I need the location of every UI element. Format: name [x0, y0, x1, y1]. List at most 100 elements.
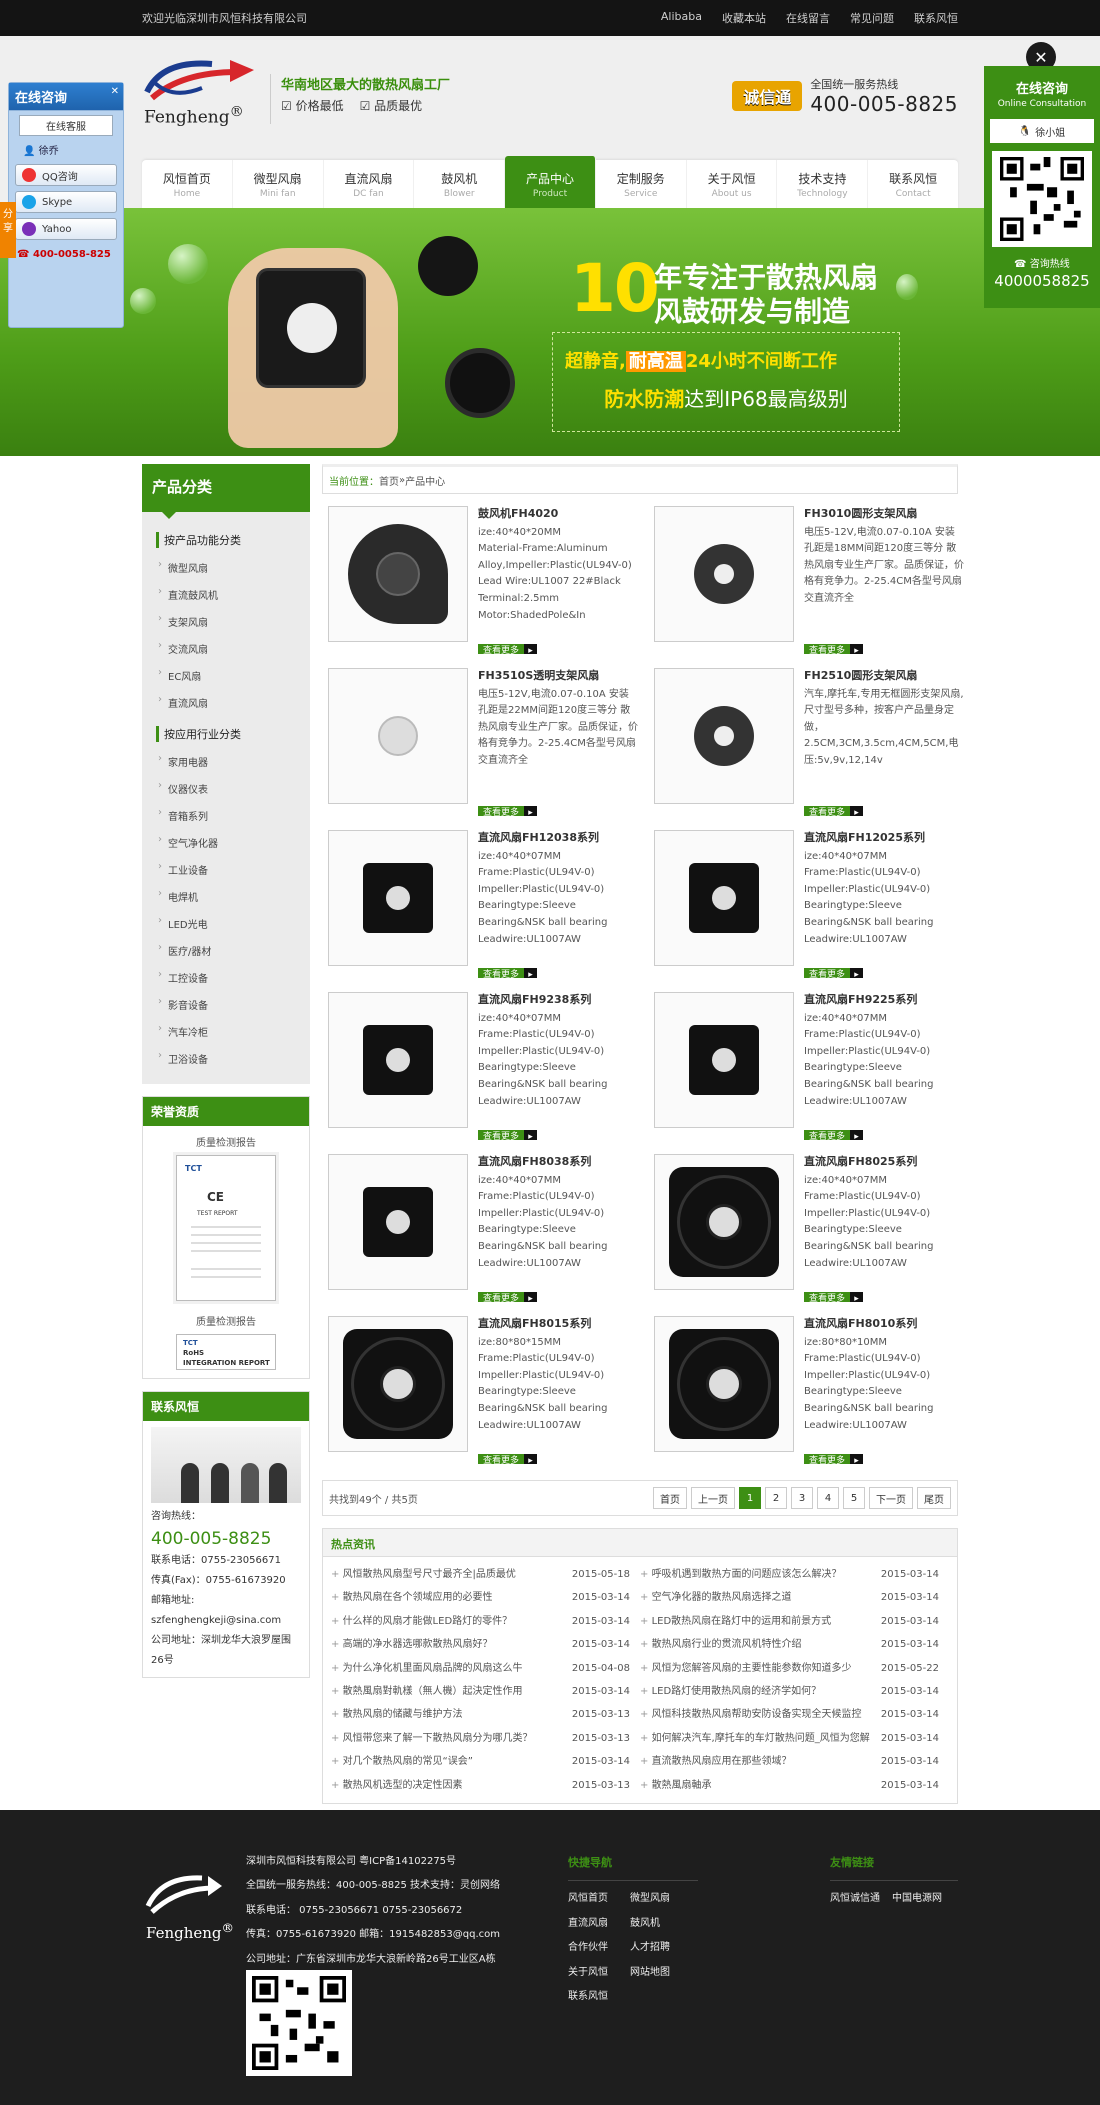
news-title[interactable]: 散热风扇行业的贯流风机特性介绍 [640, 1633, 872, 1656]
product-image[interactable] [654, 506, 794, 642]
category-item[interactable]: 电焊机 [156, 883, 296, 910]
footer-friend-link[interactable]: 中国电源网 [892, 1887, 942, 1912]
nav-contact[interactable]: 联系风恒 Contact [868, 160, 958, 210]
top-link-message[interactable]: 在线留言 [786, 10, 830, 26]
category-item[interactable]: 微型风扇 [156, 554, 296, 581]
product-title[interactable]: 直流风扇FH9225系列 [804, 992, 964, 1009]
view-more-button[interactable]: 查看更多 ▸ [478, 1291, 538, 1302]
category-item[interactable]: EC风扇 [156, 662, 296, 689]
page-number-button[interactable]: 5 [843, 1487, 865, 1509]
top-link-alibaba[interactable]: Alibaba [661, 10, 702, 26]
product-image[interactable] [654, 668, 794, 804]
page-prev-button[interactable]: 上一页 [691, 1487, 735, 1509]
page-next-button[interactable]: 下一页 [869, 1487, 913, 1509]
page-number-button[interactable]: 2 [765, 1487, 787, 1509]
nav-home[interactable]: 风恒首页 Home [142, 160, 233, 210]
footer-nav-link[interactable]: 鼓风机 [630, 1912, 692, 1937]
view-more-button[interactable]: 查看更多 ▸ [478, 1453, 538, 1464]
news-title[interactable]: 散热风机选型的决定性因素 [331, 1774, 563, 1797]
product-image[interactable] [654, 830, 794, 966]
logo[interactable]: Fengheng® [142, 52, 262, 132]
top-link-faq[interactable]: 常见问题 [850, 10, 894, 26]
close-icon[interactable]: ✕ [111, 86, 119, 97]
footer-nav-link[interactable]: 联系风恒 [568, 1985, 630, 2010]
category-item[interactable]: 汽车冷柜 [156, 1018, 296, 1045]
chengxintong-badge[interactable]: 诚信通 [732, 81, 803, 111]
nav-service[interactable]: 定制服务 Service [596, 160, 687, 210]
news-title[interactable]: 风恒散热风扇型号尺寸最齐全|品质最优 [331, 1563, 563, 1586]
product-title[interactable]: 直流风扇FH8025系列 [804, 1154, 964, 1171]
view-more-button[interactable]: 查看更多 ▸ [478, 805, 538, 816]
page-number-button[interactable]: 3 [791, 1487, 813, 1509]
news-title[interactable]: 什么样的风扇才能做LED路灯的零件？ [331, 1610, 563, 1633]
product-image[interactable] [328, 1154, 468, 1290]
news-title[interactable]: 呼吸机遇到散热方面的问题应该怎么解决？ [640, 1563, 872, 1586]
news-title[interactable]: 散热风扇在各个领域应用的必要性 [331, 1586, 563, 1609]
category-group-function[interactable]: 按产品功能分类 [156, 532, 296, 548]
product-title[interactable]: 直流风扇FH9238系列 [478, 992, 638, 1009]
category-item[interactable]: LED光电 [156, 910, 296, 937]
view-more-button[interactable]: 查看更多 ▸ [804, 1291, 864, 1302]
nav-about[interactable]: 关于风恒 About us [687, 160, 778, 210]
view-more-button[interactable]: 查看更多 ▸ [804, 967, 864, 978]
category-item[interactable]: 卫浴设备 [156, 1045, 296, 1072]
nav-blower[interactable]: 鼓风机 Blower [414, 160, 506, 210]
product-image[interactable] [328, 506, 468, 642]
product-image[interactable] [328, 992, 468, 1128]
nav-mini-fan[interactable]: 微型风扇 Mini fan [233, 160, 324, 210]
category-item[interactable]: 工业设备 [156, 856, 296, 883]
footer-nav-link[interactable]: 直流风扇 [568, 1912, 630, 1937]
product-title[interactable]: FH2510圆形支架风扇 [804, 668, 964, 685]
product-title[interactable]: 直流风扇FH12038系列 [478, 830, 638, 847]
product-image[interactable] [328, 668, 468, 804]
category-item[interactable]: 空气净化器 [156, 829, 296, 856]
category-group-industry[interactable]: 按应用行业分类 [156, 726, 296, 742]
product-title[interactable]: 直流风扇FH8015系列 [478, 1316, 638, 1333]
category-item[interactable]: 影音设备 [156, 991, 296, 1018]
category-item[interactable]: 音箱系列 [156, 802, 296, 829]
category-item[interactable]: 工控设备 [156, 964, 296, 991]
view-more-button[interactable]: 查看更多 ▸ [478, 643, 538, 654]
view-more-button[interactable]: 查看更多 ▸ [804, 643, 864, 654]
footer-nav-link[interactable]: 网站地图 [630, 1961, 692, 1986]
certificate-image[interactable]: TCT RoHS INTEGRATION REPORT [176, 1334, 276, 1370]
product-image[interactable] [654, 1316, 794, 1452]
top-link-contact[interactable]: 联系风恒 [914, 10, 958, 26]
footer-nav-link[interactable]: 人才招聘 [630, 1936, 692, 1961]
news-title[interactable]: 散热风扇的储藏与维护方法 [331, 1703, 563, 1726]
news-title[interactable]: 直流散热风扇应用在那些领域？ [640, 1750, 872, 1773]
yahoo-button[interactable]: Yahoo [15, 218, 117, 240]
product-image[interactable] [328, 1316, 468, 1452]
product-image[interactable] [328, 830, 468, 966]
category-item[interactable]: 仪器仪表 [156, 775, 296, 802]
product-title[interactable]: FH3510S透明支架风扇 [478, 668, 638, 685]
footer-nav-link[interactable]: 关于风恒 [568, 1961, 630, 1986]
nav-dc-fan[interactable]: 直流风扇 DC fan [324, 160, 415, 210]
category-item[interactable]: 支架风扇 [156, 608, 296, 635]
news-title[interactable]: 如何解决汽车,摩托车的车灯散热问题_风恒为您解 [640, 1727, 872, 1750]
footer-nav-link[interactable]: 风恒首页 [568, 1887, 630, 1912]
news-title[interactable]: 散熱風扇對軌樣（無人機）起決定性作用 [331, 1680, 563, 1703]
view-more-button[interactable]: 查看更多 ▸ [478, 1129, 538, 1140]
product-title[interactable]: FH3010圆形支架风扇 [804, 506, 964, 523]
product-title[interactable]: 鼓风机FH4020 [478, 506, 638, 523]
page-number-button[interactable]: 4 [817, 1487, 839, 1509]
contact-email[interactable]: szfenghengkeji@sina.com [151, 1611, 301, 1631]
news-title[interactable]: 空气净化器的散热风扇选择之道 [640, 1586, 872, 1609]
nav-product[interactable]: 产品中心 Product [505, 156, 596, 210]
share-button[interactable]: 分享 [0, 202, 16, 258]
category-item[interactable]: 交流风扇 [156, 635, 296, 662]
certificate-image[interactable]: TCT CE TEST REPORT [176, 1155, 276, 1301]
view-more-button[interactable]: 查看更多 ▸ [478, 967, 538, 978]
footer-friend-link[interactable]: 风恒诚信通 [830, 1887, 880, 1912]
news-title[interactable]: 对几个散热风扇的常见“误会” [331, 1750, 563, 1773]
news-title[interactable]: 风恒为您解答风扇的主要性能参数你知道多少 [640, 1657, 872, 1680]
online-user-button[interactable]: 🐧 徐小姐 [990, 119, 1094, 143]
page-first-button[interactable]: 首页 [653, 1487, 687, 1509]
view-more-button[interactable]: 查看更多 ▸ [804, 1453, 864, 1464]
view-more-button[interactable]: 查看更多 ▸ [804, 1129, 864, 1140]
news-title[interactable]: 散熱風扇軸承 [640, 1774, 872, 1797]
category-item[interactable]: 医疗/器材 [156, 937, 296, 964]
news-title[interactable]: LED路灯使用散热风扇的经济学如何？ [640, 1680, 872, 1703]
product-title[interactable]: 直流风扇FH12025系列 [804, 830, 964, 847]
